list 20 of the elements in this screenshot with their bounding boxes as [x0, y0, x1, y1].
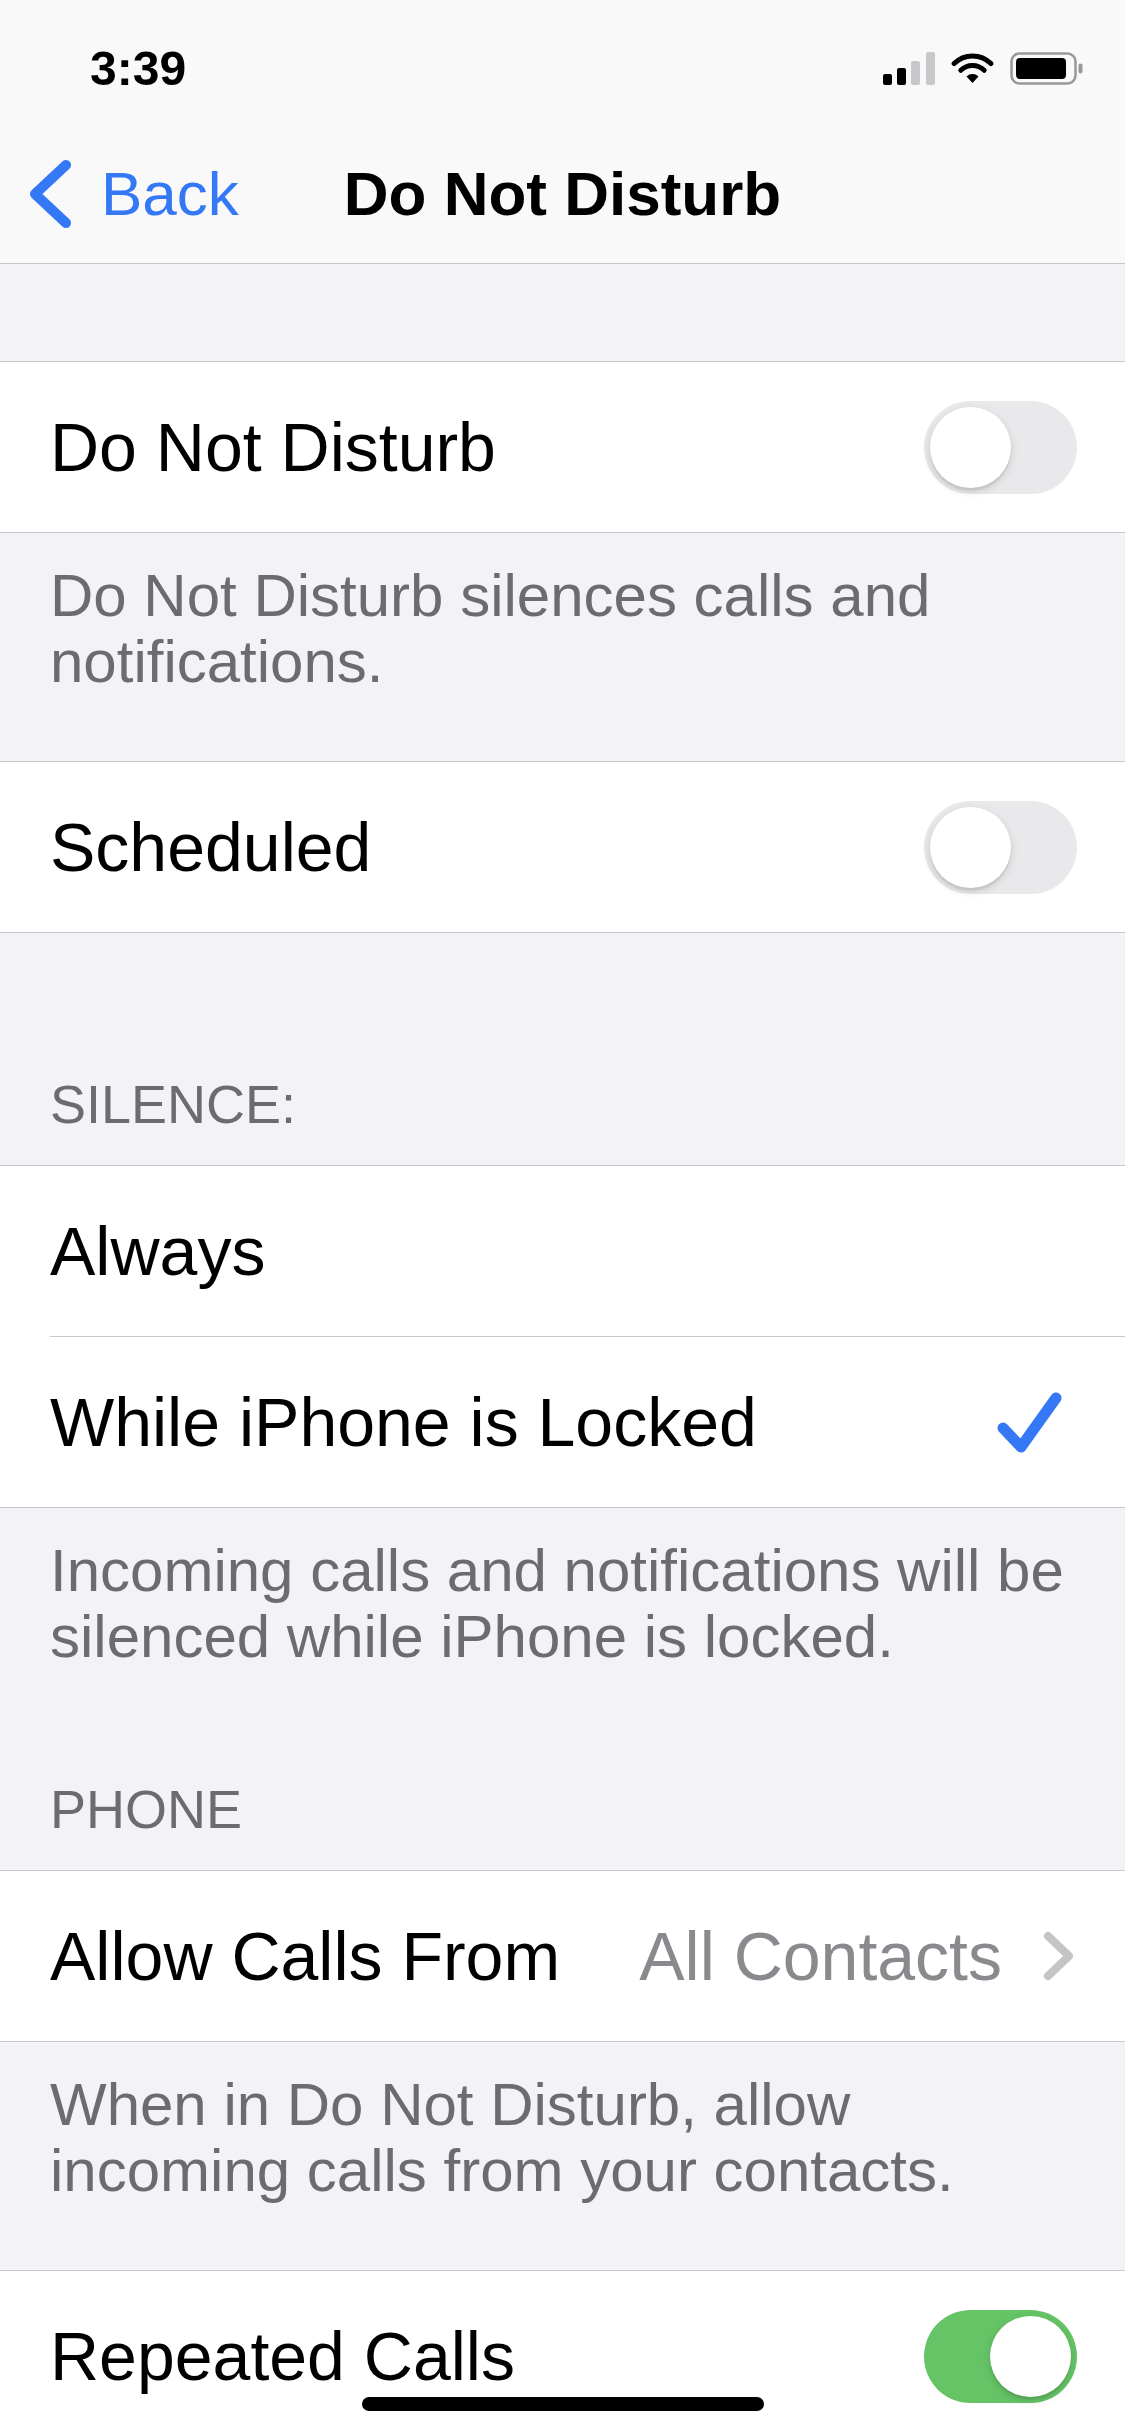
- status-time: 3:39: [90, 44, 187, 93]
- section-footer: Do Not Disturb silences calls and notifications.: [50, 563, 1075, 695]
- signal-icon: [883, 52, 935, 85]
- chevron-left-icon: [28, 158, 73, 229]
- section-header: PHONE: [50, 1778, 244, 1841]
- nav-title: Do Not Disturb: [343, 162, 782, 225]
- battery-icon: [1010, 52, 1083, 85]
- disclosure-row[interactable]: Allow Calls From All Contacts: [0, 1871, 1125, 2041]
- section-footer: Incoming calls and notifications will be silenced while iPhone is locked.: [50, 1538, 1075, 1670]
- option-row[interactable]: Always: [0, 1166, 1125, 1336]
- section-footer: When in Do Not Disturb, allow incoming calls from your contacts.: [50, 2072, 1075, 2204]
- setting-value: All Contacts: [639, 1922, 1002, 1990]
- section-header: SILENCE:: [50, 1073, 298, 1136]
- chevron-right-icon: [1043, 1931, 1074, 1981]
- setting-label: Scheduled: [50, 813, 372, 881]
- back-button[interactable]: Back: [28, 158, 239, 229]
- option-row[interactable]: While iPhone is Locked: [0, 1337, 1125, 1507]
- setting-label: Allow Calls From: [50, 1922, 561, 1990]
- wifi-icon: [951, 52, 994, 85]
- setting-label: Do Not Disturb: [50, 413, 496, 481]
